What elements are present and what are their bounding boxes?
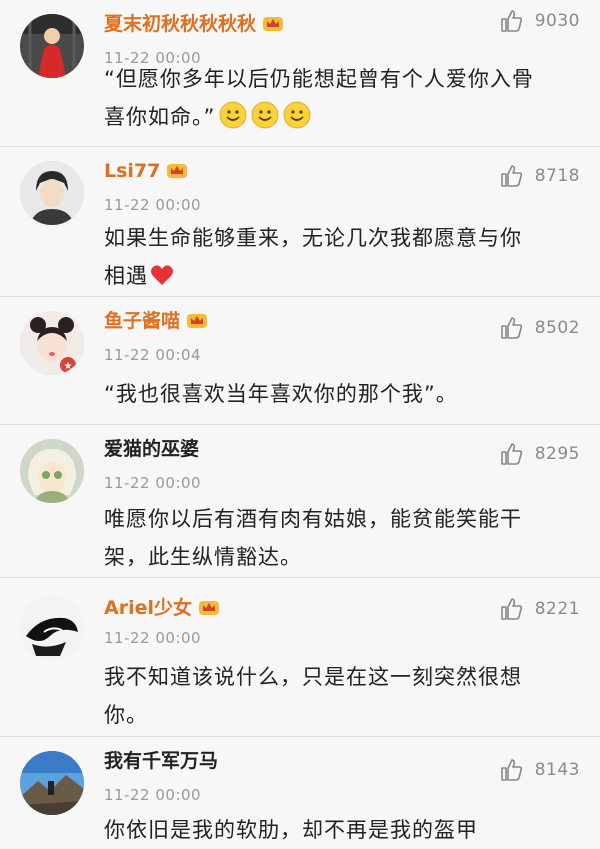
like-button[interactable]: 8221 [499, 596, 580, 622]
thumbs-up-icon [500, 165, 522, 187]
comment-text: “我也很喜欢当年喜欢你的那个我”。 [104, 382, 458, 406]
like-button[interactable]: 9030 [499, 8, 580, 34]
vip-crown-icon [262, 13, 284, 33]
comment-item: Ariel少女 11-22 00:00 8221 我不知道该说什么，只是在这一刻… [0, 578, 600, 737]
username[interactable]: Ariel少女 [104, 596, 220, 620]
svg-text:★: ★ [64, 361, 73, 372]
comment-time: 11-22 00:00 [104, 196, 202, 214]
avatar[interactable] [20, 439, 84, 503]
avatar[interactable] [20, 596, 84, 660]
vip-crown-icon [198, 597, 220, 617]
avatar[interactable]: ★ [20, 311, 84, 375]
avatar[interactable] [20, 751, 84, 815]
comment-time: 11-22 00:00 [104, 629, 202, 647]
comment-time: 11-22 00:00 [104, 786, 202, 804]
comment-time: 11-22 00:00 [104, 474, 202, 492]
thumbs-up-icon [500, 317, 522, 339]
comment-text: “但愿你多年以后仍能想起曾有个人爱你入骨 喜你如命。” [104, 67, 534, 129]
like-count: 9030 [534, 11, 580, 31]
comment-item: 爱猫的巫婆 11-22 00:00 8295 唯愿你以后有酒有肉有姑娘，能贫能笑… [0, 425, 600, 578]
thumbs-up-icon [500, 443, 522, 465]
avatar[interactable] [20, 161, 84, 225]
comment-item: 我有千军万马 11-22 00:00 8143 你依旧是我的软肋，却不再是我的盔… [0, 737, 600, 847]
thumbs-up-icon [500, 759, 522, 781]
vip-crown-icon [186, 310, 208, 330]
avatar-red-dress-figure-icon [20, 14, 84, 78]
like-count: 8502 [534, 318, 580, 338]
comment-item: Lsi77 11-22 00:00 8718 如果生命能够重来，无论几次我都愿意… [0, 147, 600, 297]
username[interactable]: Lsi77 [104, 159, 188, 183]
like-button[interactable]: 8295 [499, 441, 580, 467]
username[interactable]: 爱猫的巫婆 [104, 437, 199, 461]
avatar-landscape-sky-icon [20, 751, 84, 815]
smile-emoji-icon [283, 101, 311, 129]
comment-time: 11-22 00:04 [104, 346, 202, 364]
smile-emoji-icon [219, 101, 247, 129]
thumbs-up-icon [500, 10, 522, 32]
username[interactable]: 我有千军万马 [104, 749, 218, 773]
comment-text: 你依旧是我的软肋，却不再是我的盔甲 [104, 818, 478, 842]
avatar-boy-portrait-icon [20, 161, 84, 225]
like-button[interactable]: 8718 [499, 163, 580, 189]
vip-crown-icon [166, 160, 188, 180]
like-count: 8718 [534, 166, 580, 186]
comment-item: 夏末初秋秋秋秋秋 11-22 00:00 9030 “但愿你多年以后仍能想起曾有… [0, 0, 600, 147]
username[interactable]: 夏末初秋秋秋秋秋 [104, 12, 284, 36]
avatar[interactable] [20, 14, 84, 78]
comment-text: 如果生命能够重来，无论几次我都愿意与你 相遇 [104, 226, 522, 288]
avatar-cartoon-girl-icon [20, 439, 84, 503]
thumbs-up-icon [500, 598, 522, 620]
like-count: 8143 [534, 760, 580, 780]
comment-list: 夏末初秋秋秋秋秋 11-22 00:00 9030 “但愿你多年以后仍能想起曾有… [0, 0, 600, 847]
like-count: 8295 [534, 444, 580, 464]
avatar-girl-buns-icon: ★ [20, 311, 84, 375]
like-count: 8221 [534, 599, 580, 619]
comment-text: 我不知道该说什么，只是在这一刻突然很想 你。 [104, 665, 522, 727]
like-button[interactable]: 8502 [499, 315, 580, 341]
comment-item: ★ 鱼子酱喵 11-22 00:04 8502 “我也很喜欢当年喜欢你的那个我”… [0, 297, 600, 425]
red-heart-emoji-icon [150, 264, 174, 286]
avatar-monochrome-face-icon [20, 596, 84, 660]
username[interactable]: 鱼子酱喵 [104, 309, 208, 333]
like-button[interactable]: 8143 [499, 757, 580, 783]
comment-text: 唯愿你以后有酒有肉有姑娘，能贫能笑能干 架，此生纵情豁达。 [104, 507, 522, 569]
smile-emoji-icon [251, 101, 279, 129]
